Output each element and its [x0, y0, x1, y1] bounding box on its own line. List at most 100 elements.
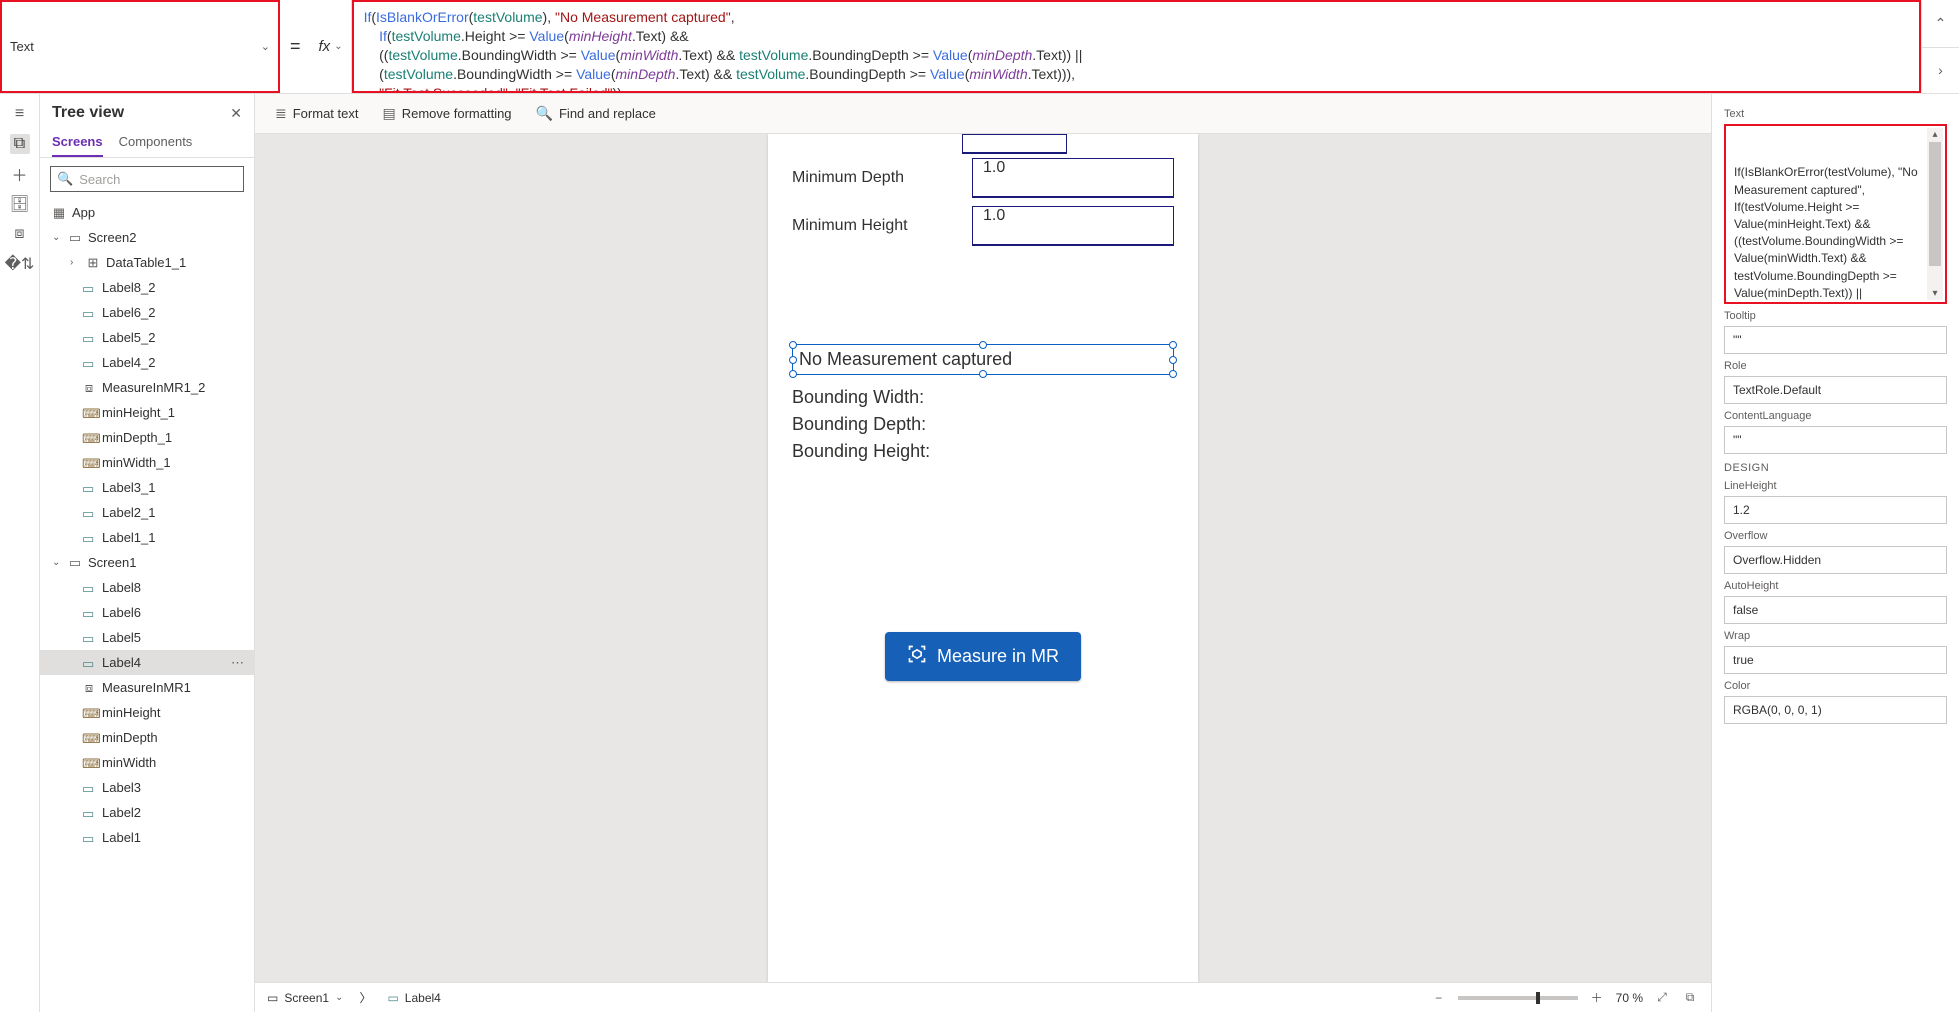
- add-icon[interactable]: ＋: [10, 164, 30, 184]
- tree-item[interactable]: ⌨minDepth: [40, 725, 254, 750]
- chevron-icon[interactable]: ›: [70, 257, 80, 268]
- prop-text-value: If(IsBlankOrError(testVolume), "No Measu…: [1734, 165, 1918, 304]
- tree-item[interactable]: ⌨minHeight_1: [40, 400, 254, 425]
- zoom-in-button[interactable]: ＋: [1588, 989, 1606, 1007]
- prop-text-input[interactable]: If(IsBlankOrError(testVolume), "No Measu…: [1724, 124, 1947, 304]
- result-label: No Measurement captured: [799, 349, 1012, 369]
- tree-item-label: Label5: [102, 630, 141, 645]
- tree-item[interactable]: ▭Label5_2: [40, 325, 254, 350]
- tree-title: Tree view: [52, 104, 124, 122]
- fx-button[interactable]: fx ⌄: [311, 0, 352, 93]
- selected-label-control[interactable]: No Measurement captured: [792, 344, 1174, 375]
- tree-item-label: Label1_1: [102, 530, 156, 545]
- scroll-up-icon[interactable]: ▴: [1927, 128, 1943, 142]
- tree-item[interactable]: ›⊞DataTable1_1: [40, 250, 254, 275]
- slider-thumb[interactable]: [1536, 992, 1540, 1004]
- canvas[interactable]: Minimum Depth 1.0 Minimum Height 1.0 No …: [255, 134, 1711, 982]
- tree-item[interactable]: ▭Label2: [40, 800, 254, 825]
- breadcrumb-screen[interactable]: ▭ Screen1 ⌄: [267, 991, 343, 1005]
- tree-item-label: Screen2: [88, 230, 136, 245]
- min-height-input[interactable]: 1.0: [972, 206, 1174, 246]
- popout-button[interactable]: ⧉: [1681, 989, 1699, 1007]
- data-icon[interactable]: 🗄: [10, 194, 30, 214]
- tree-item[interactable]: ▭Label4⋯: [40, 650, 254, 675]
- resize-handle[interactable]: [789, 341, 797, 349]
- formula-bar[interactable]: If(IsBlankOrError(testVolume), "No Measu…: [352, 0, 1921, 93]
- zoom-slider[interactable]: [1458, 996, 1578, 1000]
- tree-item[interactable]: ▭Label3: [40, 775, 254, 800]
- min-depth-input[interactable]: 1.0: [972, 158, 1174, 198]
- tree-item[interactable]: ▭Label6_2: [40, 300, 254, 325]
- prop-role-input[interactable]: TextRole.Default: [1724, 376, 1947, 404]
- media-icon[interactable]: ⧈: [10, 224, 30, 244]
- tree-item-label: Label6: [102, 605, 141, 620]
- prop-color-input[interactable]: RGBA(0, 0, 0, 1): [1724, 696, 1947, 724]
- breadcrumb-sep: 〉: [359, 989, 371, 1006]
- tree-item[interactable]: ⧈MeasureInMR1: [40, 675, 254, 700]
- resize-handle[interactable]: [1169, 356, 1177, 364]
- fit-screen-button[interactable]: ⤢: [1653, 989, 1671, 1007]
- prop-tooltip-input[interactable]: "": [1724, 326, 1947, 354]
- prop-wrap-input[interactable]: true: [1724, 646, 1947, 674]
- resize-handle[interactable]: [979, 370, 987, 378]
- more-icon[interactable]: ⋯: [231, 655, 246, 671]
- tree-item[interactable]: ▭Label1: [40, 825, 254, 850]
- resize-handle[interactable]: [789, 370, 797, 378]
- tree-item[interactable]: ▭Label8_2: [40, 275, 254, 300]
- chevron-icon[interactable]: ⌄: [52, 557, 62, 568]
- tree-item[interactable]: ▭Label1_1: [40, 525, 254, 550]
- zoom-value: 70 %: [1616, 991, 1643, 1005]
- scrollbar[interactable]: ▴ ▾: [1927, 128, 1943, 300]
- resize-handle[interactable]: [979, 341, 987, 349]
- tree-view-icon[interactable]: ⧉: [10, 134, 30, 154]
- scroll-thumb[interactable]: [1929, 142, 1941, 266]
- tree-item[interactable]: ▭Label3_1: [40, 475, 254, 500]
- tree-item[interactable]: ▭Label4_2: [40, 350, 254, 375]
- resize-handle[interactable]: [789, 356, 797, 364]
- tree-item[interactable]: ▭Label6: [40, 600, 254, 625]
- frame-icon: ⧈: [82, 681, 96, 695]
- input-icon: ⌨: [82, 406, 96, 420]
- close-icon[interactable]: ✕: [230, 105, 242, 122]
- tree-item[interactable]: ▭Label8: [40, 575, 254, 600]
- remove-formatting-button[interactable]: ▤Remove formatting: [382, 105, 511, 122]
- find-replace-label: Find and replace: [559, 106, 656, 121]
- fx-label: fx: [319, 38, 331, 55]
- zoom-out-button[interactable]: −: [1430, 989, 1448, 1007]
- tree-item[interactable]: ⌄▭Screen2: [40, 225, 254, 250]
- property-selector[interactable]: Text ⌄: [0, 0, 280, 93]
- tree-item-app[interactable]: ▦ App: [40, 200, 254, 225]
- tab-screens[interactable]: Screens: [52, 126, 103, 157]
- resize-handle[interactable]: [1169, 370, 1177, 378]
- tab-components[interactable]: Components: [119, 126, 193, 157]
- hamburger-icon[interactable]: ≡: [10, 104, 30, 124]
- tree-item[interactable]: ⌨minWidth_1: [40, 450, 254, 475]
- search-input[interactable]: 🔍 Search: [50, 166, 244, 192]
- prop-lineheight-input[interactable]: 1.2: [1724, 496, 1947, 524]
- prop-lang-input[interactable]: "": [1724, 426, 1947, 454]
- formula-collapse-button[interactable]: ⌃: [1922, 0, 1959, 47]
- prop-color-label: Color: [1724, 680, 1947, 692]
- formula-expand-button[interactable]: ›: [1922, 47, 1959, 94]
- app-icon: ▦: [52, 206, 66, 220]
- tree-item-label: Label6_2: [102, 305, 156, 320]
- measure-in-mr-button[interactable]: Measure in MR: [885, 632, 1081, 681]
- tree-item[interactable]: ⌄▭Screen1: [40, 550, 254, 575]
- chevron-icon[interactable]: ⌄: [52, 232, 62, 243]
- find-replace-button[interactable]: 🔍Find and replace: [536, 105, 656, 122]
- tree-item[interactable]: ⌨minHeight: [40, 700, 254, 725]
- format-text-button[interactable]: ≣Format text: [275, 105, 358, 122]
- prop-autoheight-input[interactable]: false: [1724, 596, 1947, 624]
- tree-item[interactable]: ⧈MeasureInMR1_2: [40, 375, 254, 400]
- advanced-icon[interactable]: �⇅: [10, 254, 30, 274]
- prop-overflow-label: Overflow: [1724, 530, 1947, 542]
- tree-item[interactable]: ⌨minWidth: [40, 750, 254, 775]
- scroll-down-icon[interactable]: ▾: [1927, 287, 1943, 301]
- tree-item[interactable]: ▭Label5: [40, 625, 254, 650]
- label-icon: ▭: [82, 831, 96, 845]
- tree-item[interactable]: ▭Label2_1: [40, 500, 254, 525]
- breadcrumb-control[interactable]: ▭ Label4: [387, 991, 440, 1005]
- resize-handle[interactable]: [1169, 341, 1177, 349]
- prop-overflow-input[interactable]: Overflow.Hidden: [1724, 546, 1947, 574]
- tree-item[interactable]: ⌨minDepth_1: [40, 425, 254, 450]
